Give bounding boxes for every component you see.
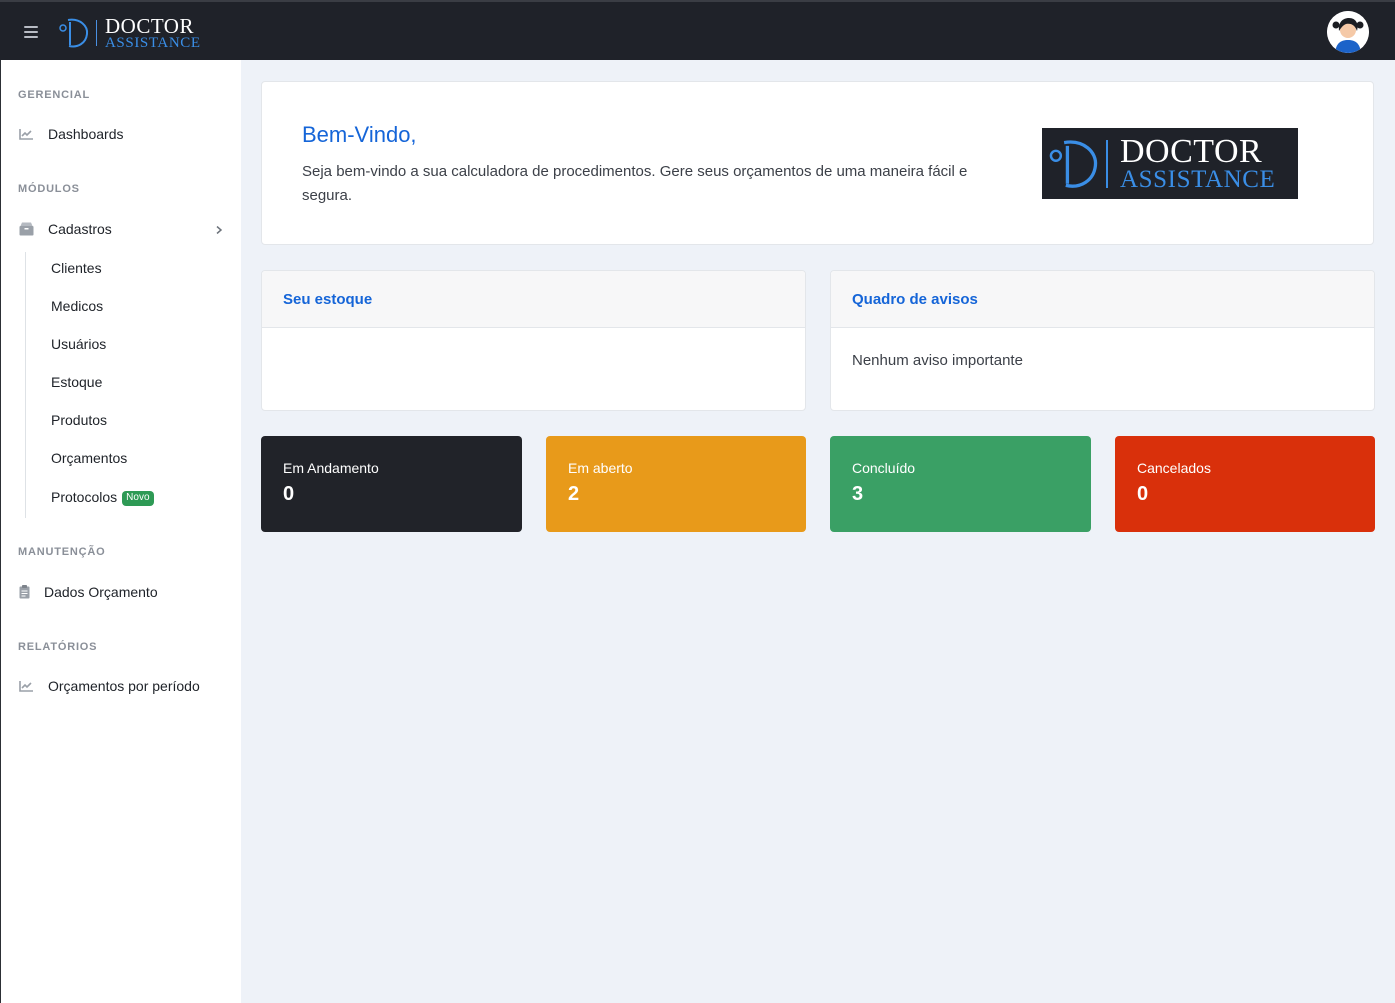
stat-card-concluido[interactable]: Concluído 3 bbox=[830, 436, 1091, 532]
sidebar-item-orcamentos-periodo[interactable]: Orçamentos por período bbox=[18, 678, 200, 694]
section-relatorios: RELATÓRIOS bbox=[18, 641, 98, 653]
stat-value: 2 bbox=[568, 483, 580, 505]
doctor-assistance-logo: DOCTOR ASSISTANCE bbox=[1042, 128, 1298, 199]
brand-wordmark: DOCTOR ASSISTANCE bbox=[105, 13, 201, 51]
avatar-icon bbox=[1327, 11, 1369, 53]
doctor-logo-icon bbox=[1049, 139, 1098, 188]
sidebar-item-label: Protocolos bbox=[51, 489, 118, 505]
stat-card-em-andamento[interactable]: Em Andamento 0 bbox=[261, 436, 522, 532]
sidebar-item-label: Orçamentos por período bbox=[48, 678, 200, 694]
stat-value: 0 bbox=[283, 483, 295, 505]
stat-label: Cancelados bbox=[1137, 460, 1211, 476]
chart-line-icon bbox=[18, 678, 34, 694]
avisos-panel-title: Quadro de avisos bbox=[831, 271, 1374, 328]
section-modulos: MÓDULOS bbox=[18, 183, 80, 195]
new-badge: Novo bbox=[122, 490, 154, 506]
stat-value: 3 bbox=[852, 483, 864, 505]
stat-value: 0 bbox=[1137, 483, 1149, 505]
estoque-panel: Seu estoque bbox=[261, 270, 806, 411]
sidebar-item-cadastros[interactable]: Cadastros bbox=[18, 221, 112, 237]
box-icon bbox=[18, 221, 34, 237]
stat-label: Em aberto bbox=[568, 460, 633, 476]
estoque-panel-body bbox=[262, 328, 805, 376]
clipboard-icon bbox=[18, 584, 30, 600]
section-gerencial: GERENCIAL bbox=[18, 89, 90, 101]
sidebar-item-medicos[interactable]: Medicos bbox=[51, 298, 103, 314]
logo-wordmark: DOCTOR ASSISTANCE bbox=[1120, 133, 1276, 193]
stat-label: Concluído bbox=[852, 460, 916, 476]
sidebar-item-dados-orcamento[interactable]: Dados Orçamento bbox=[18, 584, 158, 600]
welcome-card: Bem-Vindo, Seja bem-vindo a sua calculad… bbox=[261, 81, 1374, 245]
sidebar-item-produtos[interactable]: Produtos bbox=[51, 412, 107, 428]
sidebar-item-dashboards[interactable]: Dashboards bbox=[18, 126, 124, 142]
doctor-logo-icon bbox=[59, 18, 89, 48]
sidebar-item-clientes[interactable]: Clientes bbox=[51, 260, 102, 276]
sidebar-item-label: Dashboards bbox=[48, 126, 124, 142]
brand-separator bbox=[96, 20, 97, 46]
stat-card-cancelados[interactable]: Cancelados 0 bbox=[1115, 436, 1375, 532]
brand-line-2: ASSISTANCE bbox=[105, 34, 201, 51]
sidebar-item-orcamentos[interactable]: Orçamentos bbox=[51, 450, 127, 466]
brand-line-1: DOCTOR bbox=[105, 13, 194, 38]
stat-label: Em Andamento bbox=[283, 460, 379, 476]
welcome-text: Seja bem-vindo a sua calculadora de proc… bbox=[302, 163, 968, 204]
brand-logo[interactable]: DOCTOR ASSISTANCE bbox=[58, 13, 201, 51]
sidebar-item-usuarios[interactable]: Usuários bbox=[51, 336, 106, 352]
submenu-guide-line bbox=[25, 252, 26, 518]
logo-line-1: DOCTOR bbox=[1120, 133, 1263, 170]
chevron-right-icon[interactable] bbox=[215, 226, 223, 234]
section-manutencao: MANUTENÇÃO bbox=[18, 546, 106, 558]
sidebar-item-label: Cadastros bbox=[48, 221, 112, 237]
stat-card-em-aberto[interactable]: Em aberto 2 bbox=[546, 436, 806, 532]
welcome-title: Bem-Vindo, bbox=[302, 122, 417, 147]
sidebar-item-label: Dados Orçamento bbox=[44, 584, 158, 600]
sidebar: GERENCIAL Dashboards MÓDULOS Cadastros C… bbox=[0, 60, 241, 1003]
avisos-panel: Quadro de avisos Nenhum aviso importante bbox=[830, 270, 1375, 411]
sidebar-item-protocolos[interactable]: Protocolos Novo bbox=[51, 489, 154, 506]
avatar[interactable] bbox=[1327, 11, 1369, 53]
chart-line-icon bbox=[18, 126, 34, 142]
logo-line-2: ASSISTANCE bbox=[1120, 166, 1276, 193]
sidebar-item-estoque[interactable]: Estoque bbox=[51, 374, 102, 390]
hamburger-icon[interactable] bbox=[24, 26, 38, 38]
estoque-panel-title: Seu estoque bbox=[262, 271, 805, 328]
top-navbar: DOCTOR ASSISTANCE bbox=[0, 0, 1395, 60]
avisos-message: Nenhum aviso importante bbox=[852, 352, 1023, 369]
logo-separator bbox=[1106, 139, 1108, 188]
